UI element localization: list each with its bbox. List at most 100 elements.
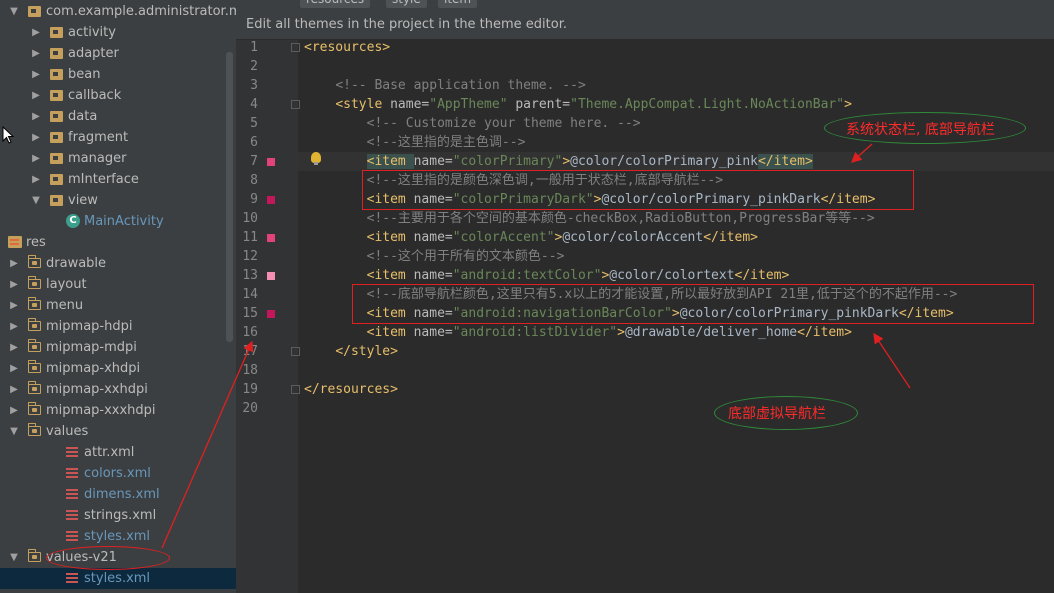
tree-item[interactable]: ▶ activity (0, 22, 236, 43)
line-number: 20 (242, 401, 258, 416)
tree-item[interactable]: ▶ callback (0, 85, 236, 106)
code-line[interactable]: <style name="AppTheme" parent="Theme.App… (304, 95, 852, 114)
collapse-arrow-icon[interactable]: ▶ (30, 43, 42, 64)
tree-item[interactable]: ▼res (0, 232, 236, 253)
code-token: <!-- Customize your theme here. --> (366, 116, 641, 131)
lightbulb-icon[interactable] (311, 152, 321, 165)
code-line[interactable]: <!--主要用于各个空间的基本颜色-checkBox,RadioButton,P… (304, 209, 875, 228)
collapse-arrow-icon[interactable]: ▶ (30, 127, 42, 148)
line-number: 6 (250, 135, 258, 150)
annotation-oval-values-v21 (46, 546, 170, 570)
tree-item[interactable]: ▶ mipmap-mdpi (0, 337, 236, 358)
code-line[interactable]: <resources> (304, 38, 390, 57)
tree-item-label: styles.xml (84, 529, 151, 544)
line-number: 17 (242, 344, 258, 359)
tree-item[interactable]: attr.xml (0, 442, 236, 463)
code-line[interactable]: </resources> (304, 380, 398, 399)
expand-arrow-icon[interactable]: ▼ (8, 1, 20, 22)
code-token: parent= (515, 97, 571, 112)
color-swatch-icon[interactable] (267, 234, 275, 242)
code-line[interactable]: <item name="colorPrimary">@color/colorPr… (304, 152, 813, 171)
tree-item[interactable]: ▼ values (0, 421, 236, 442)
expand-arrow-icon[interactable]: ▼ (8, 547, 20, 568)
color-swatch-icon[interactable] (267, 310, 275, 318)
color-swatch-icon[interactable] (267, 196, 275, 204)
code-token: <!-- Base application theme. --> (335, 78, 586, 93)
tree-item[interactable]: ▶ mipmap-xxxhdpi (0, 400, 236, 421)
code-token: </resources> (304, 382, 398, 397)
tree-item[interactable]: strings.xml (0, 505, 236, 526)
tree-item[interactable]: dimens.xml (0, 484, 236, 505)
class-icon: C (66, 214, 80, 228)
tree-item[interactable]: ▶ mipmap-hdpi (0, 316, 236, 337)
code-line[interactable]: <item name="android:textColor">@color/co… (304, 266, 790, 285)
tree-scrollbar[interactable] (226, 52, 233, 342)
fold-marker-icon[interactable] (291, 385, 300, 394)
tree-item[interactable]: ▶ adapter (0, 43, 236, 64)
collapse-arrow-icon[interactable]: ▶ (8, 274, 20, 295)
tree-item-label: drawable (46, 256, 107, 271)
tree-item[interactable]: C MainActivity (0, 211, 236, 232)
theme-editor-banner[interactable]: Edit all themes in the project in the th… (236, 10, 1054, 40)
tree-item-label: dimens.xml (84, 487, 160, 502)
tree-item[interactable]: ▼ com.example.administrator.m (0, 1, 236, 22)
collapse-arrow-icon[interactable]: ▶ (8, 295, 20, 316)
tree-item[interactable]: styles.xml (0, 526, 236, 547)
collapse-arrow-icon[interactable]: ▶ (30, 169, 42, 190)
folder-icon (28, 318, 41, 331)
xml-icon (66, 488, 78, 500)
code-line[interactable]: <!--这里指的是主色调--> (304, 133, 526, 152)
fold-marker-icon[interactable] (291, 347, 300, 356)
color-swatch-icon[interactable] (267, 272, 275, 280)
expand-arrow-icon[interactable]: ▼ (30, 190, 42, 211)
collapse-arrow-icon[interactable]: ▶ (8, 400, 20, 421)
code-line[interactable]: <item name="colorAccent">@color/colorAcc… (304, 228, 758, 247)
tree-item[interactable]: styles.xml (0, 568, 236, 589)
collapse-arrow-icon[interactable]: ▶ (30, 22, 42, 43)
code-line[interactable]: </style> (304, 342, 398, 361)
collapse-arrow-icon[interactable]: ▶ (30, 64, 42, 85)
annotation-status-bar-note: 系统状态栏, 底部导航栏 (846, 122, 995, 138)
collapse-arrow-icon[interactable]: ▶ (30, 148, 42, 169)
collapse-arrow-icon[interactable]: ▶ (8, 253, 20, 274)
color-swatch-icon[interactable] (267, 158, 275, 166)
collapse-arrow-icon[interactable]: ▶ (8, 379, 20, 400)
fold-marker-icon[interactable] (291, 100, 300, 109)
tree-item[interactable]: ▶ fragment (0, 127, 236, 148)
code-token: </item> (703, 230, 758, 245)
tree-item[interactable]: ▼ view (0, 190, 236, 211)
tree-item[interactable]: ▶ layout (0, 274, 236, 295)
collapse-arrow-icon[interactable]: ▶ (8, 358, 20, 379)
code-line[interactable]: <!--这个用于所有的文本颜色--> (304, 247, 565, 266)
tree-item[interactable]: ▶ manager (0, 148, 236, 169)
breadcrumb-resources[interactable]: resources (300, 0, 371, 8)
collapse-arrow-icon[interactable]: ▶ (30, 106, 42, 127)
code-line[interactable]: <!-- Base application theme. --> (304, 76, 586, 95)
xml-icon (66, 572, 78, 584)
code-line[interactable]: <item name="android:listDivider">@drawab… (304, 323, 852, 342)
collapse-arrow-icon[interactable]: ▶ (8, 337, 20, 358)
tree-item[interactable]: ▶ mipmap-xhdpi (0, 358, 236, 379)
code-line[interactable]: <!-- Customize your theme here. --> (304, 114, 641, 133)
tree-item[interactable]: ▶ bean (0, 64, 236, 85)
tree-item[interactable]: ▶ menu (0, 295, 236, 316)
line-number: 10 (242, 211, 258, 226)
code-token: "android:textColor" (452, 268, 602, 283)
tree-item[interactable]: ▶ drawable (0, 253, 236, 274)
fold-marker-icon[interactable] (291, 43, 300, 52)
collapse-arrow-icon[interactable]: ▶ (8, 316, 20, 337)
breadcrumb-item[interactable]: item (438, 0, 478, 8)
tree-item[interactable]: colors.xml (0, 463, 236, 484)
tree-item-label: values (46, 424, 89, 439)
tree-item[interactable]: ▶ data (0, 106, 236, 127)
tree-item-label: res (26, 235, 46, 250)
tree-item[interactable]: ▶ mInterface (0, 169, 236, 190)
project-tree[interactable]: ▼ com.example.administrator.m ▶ activity ▶ ad… (0, 0, 236, 593)
collapse-arrow-icon[interactable]: ▶ (30, 85, 42, 106)
tree-item[interactable]: ▶ mipmap-xxhdpi (0, 379, 236, 400)
breadcrumb-style[interactable]: style (386, 0, 427, 8)
expand-arrow-icon[interactable]: ▼ (8, 421, 20, 442)
